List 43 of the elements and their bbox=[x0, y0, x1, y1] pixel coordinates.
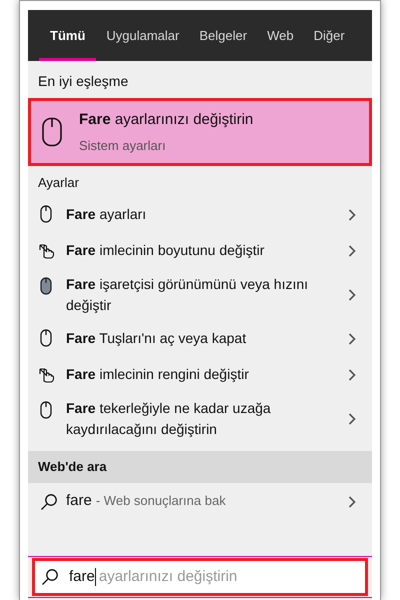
chevron-right-icon bbox=[348, 208, 356, 220]
chevron-right-icon bbox=[348, 368, 356, 380]
web-search-result[interactable]: fare - Web sonuçlarına bak bbox=[28, 482, 372, 520]
query-text: fare bbox=[66, 491, 92, 512]
chevron-right-icon bbox=[348, 496, 356, 508]
tab[interactable]: Web bbox=[257, 10, 304, 61]
best-match-result[interactable]: Fare ayarlarınızı değiştirin Sistem ayarları bbox=[28, 98, 372, 166]
tab[interactable]: Uygulamalar bbox=[96, 10, 190, 61]
chevron-right-icon bbox=[348, 412, 356, 424]
result-label: Fare imlecinin boyutunu değiştir bbox=[66, 241, 266, 260]
tab[interactable]: Diğer bbox=[304, 10, 355, 61]
chevron-right-icon bbox=[348, 288, 356, 300]
tab[interactable]: Belgeler bbox=[189, 10, 258, 61]
mouse-icon bbox=[38, 400, 54, 418]
hint-text: - Web sonuçlarına bak bbox=[96, 492, 226, 510]
result-title: Fare ayarlarınızı değiştirin bbox=[79, 110, 254, 130]
mouse-icon bbox=[38, 276, 54, 294]
settings-result[interactable]: Fare ayarları bbox=[28, 196, 372, 232]
result-label: Fare Tuşları'nı aç veya kapat bbox=[66, 329, 248, 348]
section-header: En iyi eşleşme bbox=[37, 72, 130, 91]
search-icon bbox=[40, 492, 58, 510]
search-field[interactable]: fare ayarlarınızı değiştirin bbox=[32, 558, 368, 596]
result-label: Fare işaretçisi görünümünü veya hızını değiştir bbox=[66, 274, 310, 315]
search-icon bbox=[41, 568, 59, 586]
result-subtitle: Sistem ayarları bbox=[79, 136, 167, 155]
mouse-icon bbox=[38, 204, 54, 222]
section-header: Web'de ara bbox=[28, 450, 372, 482]
mouse-icon bbox=[38, 328, 54, 346]
chevron-right-icon bbox=[348, 244, 356, 256]
settings-result[interactable]: Fare imlecinin rengini değiştir bbox=[28, 356, 372, 392]
suggestion-text: ayarlarınızı değiştirin bbox=[98, 566, 238, 587]
typed-text: fare bbox=[69, 568, 96, 586]
mouse-icon bbox=[41, 117, 63, 147]
section-header: Ayarlar bbox=[37, 174, 80, 192]
settings-result[interactable]: Fare işaretçisi görünümünü veya hızını değiştir bbox=[28, 268, 372, 320]
chevron-right-icon bbox=[348, 332, 356, 344]
result-label: Fare tekerleğiyle ne kadar uzağa kaydırılacağını değiştirin bbox=[66, 398, 272, 439]
result-label: Fare ayarları bbox=[66, 205, 148, 224]
tab[interactable]: Tümü bbox=[39, 10, 96, 61]
settings-result[interactable]: Fare imlecinin boyutunu değiştir bbox=[28, 232, 372, 268]
result-label: Fare imlecinin rengini değiştir bbox=[66, 365, 250, 384]
settings-result[interactable]: Fare tekerleğiyle ne kadar uzağa kaydırılacağını değiştirin bbox=[28, 392, 372, 444]
settings-result[interactable]: Fare Tuşları'nı aç veya kapat bbox=[28, 320, 372, 356]
